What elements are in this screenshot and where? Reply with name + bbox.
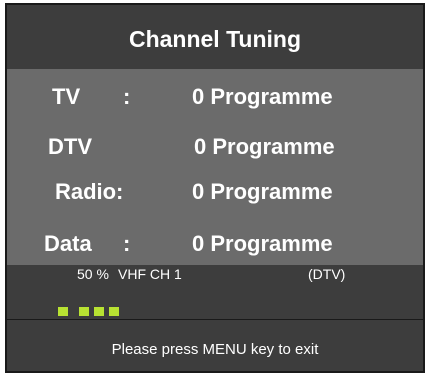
row-separator: : [123, 83, 131, 109]
row-value: 0 Programme [192, 178, 333, 204]
row-radio: Radio : 0 Programme [7, 167, 423, 216]
row-separator: : [116, 178, 124, 204]
scan-mode: (DTV) [308, 266, 346, 282]
progress-block [109, 307, 119, 316]
scan-percent: 50 % [77, 266, 109, 282]
channel-tuning-dialog: Channel Tuning TV : 0 Programme DTV 0 Pr… [5, 3, 425, 373]
programme-count-list: TV : 0 Programme DTV 0 Programme Radio :… [7, 69, 423, 265]
progress-block [79, 307, 89, 316]
row-dtv: DTV 0 Programme [7, 122, 423, 171]
scan-band-channel: VHF CH 1 [118, 266, 182, 282]
exit-hint: Please press MENU key to exit [111, 341, 319, 358]
row-label: TV [52, 83, 81, 109]
row-tv: TV : 0 Programme [7, 72, 423, 121]
row-label: Data [44, 230, 92, 256]
dialog-title: Channel Tuning [128, 25, 302, 52]
progress-block [94, 307, 104, 316]
row-data: Data : 0 Programme [7, 219, 423, 268]
scan-status: 50 % VHF CH 1 (DTV) [7, 265, 423, 319]
dialog-footer: Please press MENU key to exit [7, 320, 423, 371]
row-value: 0 Programme [192, 230, 333, 256]
scan-progress-bar [58, 307, 119, 316]
row-label: Radio [55, 178, 117, 204]
row-label: DTV [48, 133, 92, 159]
row-value: 0 Programme [194, 133, 335, 159]
row-value: 0 Programme [192, 83, 333, 109]
row-separator: : [123, 230, 131, 256]
dialog-header: Channel Tuning [7, 5, 423, 69]
progress-block [58, 307, 68, 316]
